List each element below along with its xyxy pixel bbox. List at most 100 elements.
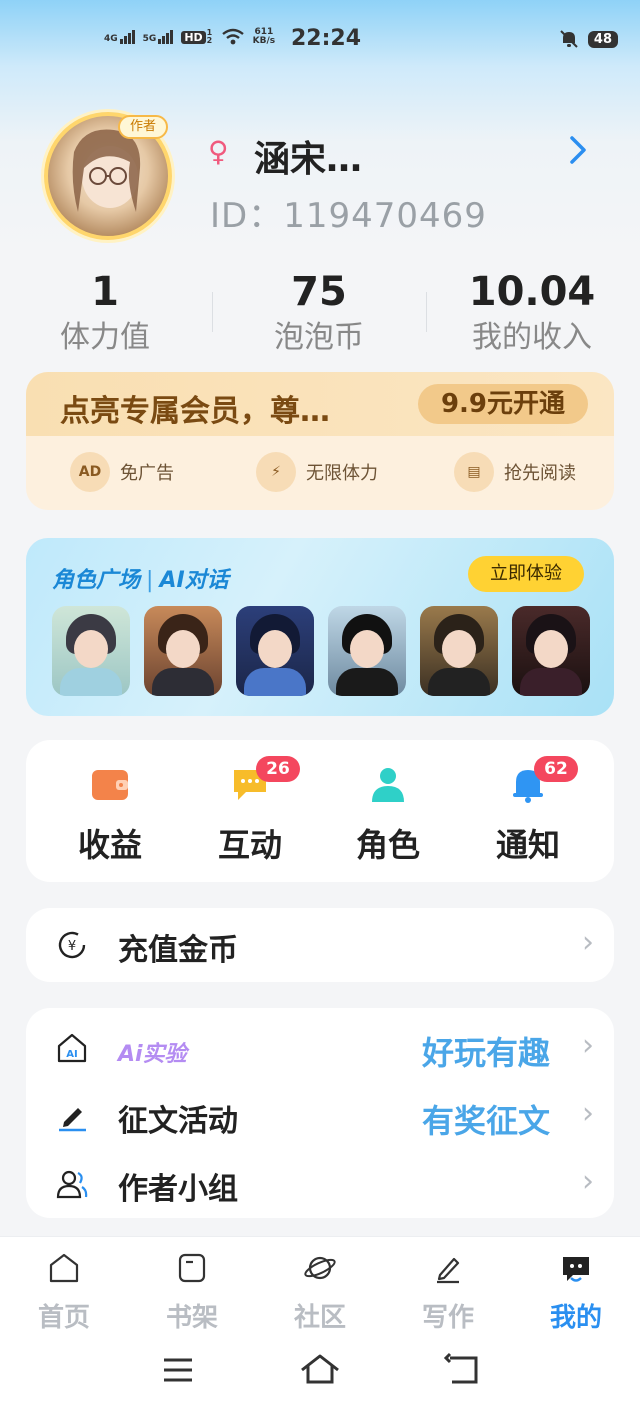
menu-row-author-group[interactable]: 作者小组 › <box>26 1150 614 1218</box>
recharge-label: 充值金币 <box>118 933 238 968</box>
divider <box>212 292 213 332</box>
vip-open-button[interactable]: 9.9元开通 <box>418 384 588 424</box>
hd-indicator: HD 1 2 <box>181 29 212 45</box>
signal-bars-icon <box>158 30 174 44</box>
home-button-icon[interactable] <box>298 1348 342 1392</box>
status-right: 48 <box>558 28 618 50</box>
pen-icon <box>59 1108 86 1132</box>
chat-face-icon <box>563 1257 589 1282</box>
plaza-title-left: 角色广场 <box>52 568 141 593</box>
stat-label: 泡泡币 <box>274 320 364 355</box>
unread-badge: 62 <box>534 756 578 782</box>
action-notifications[interactable]: 62 通知 <box>468 756 588 866</box>
contest-value: 有奖征文 <box>421 1102 550 1140</box>
author-badge: 作者 <box>118 115 168 139</box>
stat-value: 10.04 <box>468 269 596 315</box>
vip-banner[interactable]: 点亮专属会员，尊… 9.9元开通 AD 免广告 ⚡ 无限体力 ▤ 抢先阅读 <box>26 372 614 510</box>
back-icon[interactable] <box>440 1348 484 1392</box>
role-plaza-card[interactable]: 角色广场 | AI对话 立即体验 <box>26 538 614 716</box>
menu-row-contest[interactable]: 征文活动 有奖征文 › <box>26 1082 614 1150</box>
ai-lab-label: Ai实验 <box>118 1042 187 1067</box>
recharge-row[interactable]: ¥ 充值金币 › <box>26 911 614 979</box>
ai-lab-value: 好玩有趣 <box>421 1034 550 1072</box>
tab-label: 写作 <box>421 1303 474 1333</box>
tab-label: 社区 <box>293 1303 346 1333</box>
menu-row-ai-lab[interactable]: AI Ai实验 好玩有趣 › <box>26 1014 614 1082</box>
bell-icon: 62 <box>508 756 578 804</box>
character-avatar[interactable] <box>328 606 406 696</box>
tab-label: 书架 <box>165 1303 218 1333</box>
mute-bell-icon <box>560 30 578 48</box>
coin-icon: ¥ <box>58 931 86 959</box>
svg-text:AI: AI <box>66 1049 77 1060</box>
battery-indicator: 48 <box>587 30 618 48</box>
unread-badge: 26 <box>256 756 300 782</box>
wifi-icon <box>221 28 244 45</box>
benefit-label: 免广告 <box>120 463 174 484</box>
benefit-no-ads: AD 免广告 <box>70 452 174 492</box>
planet-icon <box>304 1256 336 1280</box>
divider <box>426 292 427 332</box>
svg-text:¥: ¥ <box>68 939 76 954</box>
home-icon <box>49 1253 79 1283</box>
tab-label: 首页 <box>37 1303 90 1333</box>
menu-icon[interactable] <box>156 1348 200 1392</box>
benefit-label: 无限体力 <box>306 463 378 484</box>
character-avatar[interactable] <box>144 606 222 696</box>
user-id: ID：119470469 <box>210 196 487 236</box>
character-list <box>52 606 590 696</box>
chevron-right-icon[interactable] <box>566 132 590 168</box>
action-earnings[interactable]: 收益 <box>50 764 170 866</box>
net-speed: 611 KB/s <box>253 28 275 46</box>
bookshelf-icon <box>178 1253 206 1283</box>
action-label: 通知 <box>495 826 560 864</box>
stat-value: 1 <box>91 269 119 315</box>
signal-bars-icon <box>119 30 135 44</box>
chevron-right-icon: › <box>582 1028 594 1063</box>
tab-community[interactable]: 社区 <box>270 1251 370 1334</box>
benefit-early-reading: ▤ 抢先阅读 <box>454 452 576 492</box>
book-icon: ▤ <box>454 452 494 492</box>
vip-header: 点亮专属会员，尊… 9.9元开通 <box>26 372 614 436</box>
status-bar: 4G 5G HD 1 2 611 KB/s 22:24 48 <box>0 0 640 80</box>
chevron-right-icon: › <box>582 1096 594 1131</box>
action-label: 收益 <box>77 826 142 864</box>
action-interaction[interactable]: 26 互动 <box>190 756 310 866</box>
wallet-icon <box>90 764 130 804</box>
plaza-title: 角色广场 | AI对话 <box>52 562 229 594</box>
benefit-label: 抢先阅读 <box>504 463 576 484</box>
tab-home[interactable]: 首页 <box>14 1251 114 1334</box>
character-avatar[interactable] <box>236 606 314 696</box>
hd-sub: 1 2 <box>206 28 213 45</box>
person-icon <box>368 764 408 804</box>
stat-stamina[interactable]: 1 体力值 <box>5 268 205 360</box>
tab-mine[interactable]: 我的 <box>526 1251 626 1334</box>
stat-value: 75 <box>291 269 347 315</box>
username[interactable]: 涵宋… <box>254 130 362 182</box>
try-now-button[interactable]: 立即体验 <box>468 556 584 592</box>
plaza-title-separator: | <box>146 568 154 593</box>
lightning-icon: ⚡ <box>256 452 296 492</box>
tab-write[interactable]: 写作 <box>398 1251 498 1334</box>
character-avatar[interactable] <box>52 606 130 696</box>
hd-icon: HD <box>181 30 206 44</box>
action-label: 互动 <box>217 826 282 864</box>
signal-5g-label: 5G <box>142 34 157 44</box>
plaza-title-right: AI对话 <box>159 568 229 593</box>
stat-bubble-coins[interactable]: 75 泡泡币 <box>219 268 419 360</box>
character-avatar[interactable] <box>512 606 590 696</box>
status-left: 4G 5G HD 1 2 611 KB/s <box>104 28 275 46</box>
vip-benefits: AD 免广告 ⚡ 无限体力 ▤ 抢先阅读 <box>26 436 614 510</box>
recharge-card[interactable]: ¥ 充值金币 › <box>26 908 614 982</box>
net-speed-unit: KB/s <box>252 36 276 46</box>
character-avatar[interactable] <box>420 606 498 696</box>
action-roles[interactable]: 角色 <box>328 764 448 866</box>
tab-bookshelf[interactable]: 书架 <box>142 1251 242 1334</box>
author-group-label: 作者小组 <box>118 1172 238 1207</box>
system-nav-bar <box>0 1348 640 1392</box>
stat-income[interactable]: 10.04 我的收入 <box>432 268 632 360</box>
status-time: 22:24 <box>291 26 362 51</box>
message-icon: 26 <box>230 756 300 804</box>
menu-card: AI Ai实验 好玩有趣 › 征文活动 有奖征文 › 作者小组 › <box>26 1008 614 1218</box>
group-icon <box>56 1170 88 1199</box>
